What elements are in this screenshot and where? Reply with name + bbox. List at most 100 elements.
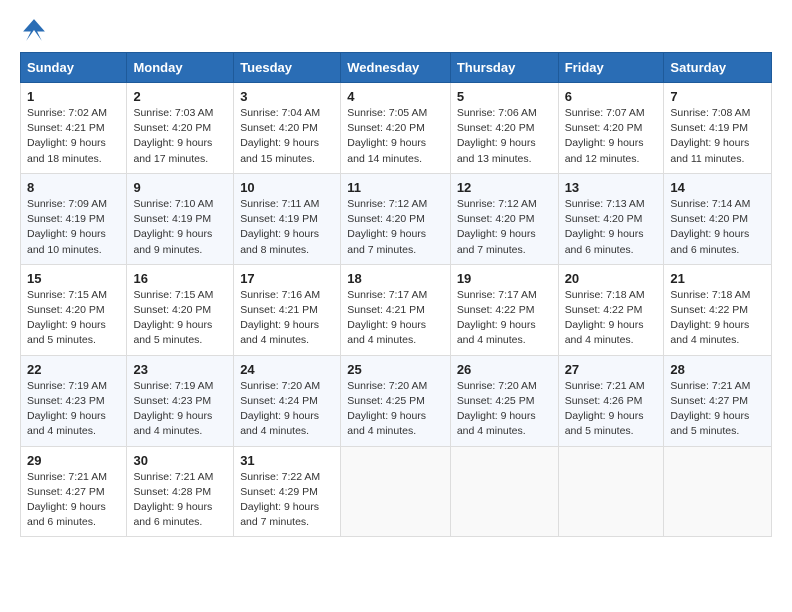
calendar-cell: 8 Sunrise: 7:09 AMSunset: 4:19 PMDayligh…: [21, 173, 127, 264]
day-number: 19: [457, 271, 552, 286]
day-number: 4: [347, 89, 444, 104]
calendar-cell: 9 Sunrise: 7:10 AMSunset: 4:19 PMDayligh…: [127, 173, 234, 264]
day-number: 21: [670, 271, 765, 286]
calendar-cell: 11 Sunrise: 7:12 AMSunset: 4:20 PMDaylig…: [341, 173, 451, 264]
calendar-cell: 31 Sunrise: 7:22 AMSunset: 4:29 PMDaylig…: [234, 446, 341, 537]
calendar-cell: [664, 446, 772, 537]
day-number: 17: [240, 271, 334, 286]
day-number: 15: [27, 271, 120, 286]
day-number: 9: [133, 180, 227, 195]
header-tuesday: Tuesday: [234, 53, 341, 83]
day-number: 10: [240, 180, 334, 195]
day-info: Sunrise: 7:13 AMSunset: 4:20 PMDaylight:…: [565, 198, 645, 256]
day-number: 20: [565, 271, 658, 286]
calendar-cell: 19 Sunrise: 7:17 AMSunset: 4:22 PMDaylig…: [450, 264, 558, 355]
calendar-header: SundayMondayTuesdayWednesdayThursdayFrid…: [21, 53, 772, 83]
calendar-cell: 20 Sunrise: 7:18 AMSunset: 4:22 PMDaylig…: [558, 264, 664, 355]
calendar-cell: 3 Sunrise: 7:04 AMSunset: 4:20 PMDayligh…: [234, 83, 341, 174]
day-info: Sunrise: 7:05 AMSunset: 4:20 PMDaylight:…: [347, 107, 427, 165]
week-row-5: 29 Sunrise: 7:21 AMSunset: 4:27 PMDaylig…: [21, 446, 772, 537]
day-number: 1: [27, 89, 120, 104]
day-info: Sunrise: 7:19 AMSunset: 4:23 PMDaylight:…: [27, 380, 107, 438]
day-info: Sunrise: 7:18 AMSunset: 4:22 PMDaylight:…: [670, 289, 750, 347]
day-number: 11: [347, 180, 444, 195]
day-info: Sunrise: 7:20 AMSunset: 4:25 PMDaylight:…: [347, 380, 427, 438]
calendar-cell: 4 Sunrise: 7:05 AMSunset: 4:20 PMDayligh…: [341, 83, 451, 174]
week-row-3: 15 Sunrise: 7:15 AMSunset: 4:20 PMDaylig…: [21, 264, 772, 355]
day-info: Sunrise: 7:14 AMSunset: 4:20 PMDaylight:…: [670, 198, 750, 256]
day-info: Sunrise: 7:21 AMSunset: 4:28 PMDaylight:…: [133, 471, 213, 529]
day-info: Sunrise: 7:15 AMSunset: 4:20 PMDaylight:…: [133, 289, 213, 347]
day-number: 3: [240, 89, 334, 104]
day-info: Sunrise: 7:09 AMSunset: 4:19 PMDaylight:…: [27, 198, 107, 256]
calendar-cell: 10 Sunrise: 7:11 AMSunset: 4:19 PMDaylig…: [234, 173, 341, 264]
day-number: 8: [27, 180, 120, 195]
header-wednesday: Wednesday: [341, 53, 451, 83]
day-info: Sunrise: 7:20 AMSunset: 4:25 PMDaylight:…: [457, 380, 537, 438]
day-number: 2: [133, 89, 227, 104]
calendar-cell: [558, 446, 664, 537]
day-info: Sunrise: 7:18 AMSunset: 4:22 PMDaylight:…: [565, 289, 645, 347]
day-info: Sunrise: 7:03 AMSunset: 4:20 PMDaylight:…: [133, 107, 213, 165]
day-number: 12: [457, 180, 552, 195]
calendar-cell: 14 Sunrise: 7:14 AMSunset: 4:20 PMDaylig…: [664, 173, 772, 264]
calendar-cell: 30 Sunrise: 7:21 AMSunset: 4:28 PMDaylig…: [127, 446, 234, 537]
day-number: 24: [240, 362, 334, 377]
calendar-cell: 7 Sunrise: 7:08 AMSunset: 4:19 PMDayligh…: [664, 83, 772, 174]
calendar-body: 1 Sunrise: 7:02 AMSunset: 4:21 PMDayligh…: [21, 83, 772, 537]
calendar-cell: 26 Sunrise: 7:20 AMSunset: 4:25 PMDaylig…: [450, 355, 558, 446]
calendar-cell: 29 Sunrise: 7:21 AMSunset: 4:27 PMDaylig…: [21, 446, 127, 537]
logo: [20, 16, 52, 44]
day-number: 26: [457, 362, 552, 377]
page-header: [20, 16, 772, 44]
day-number: 31: [240, 453, 334, 468]
day-info: Sunrise: 7:19 AMSunset: 4:23 PMDaylight:…: [133, 380, 213, 438]
day-info: Sunrise: 7:22 AMSunset: 4:29 PMDaylight:…: [240, 471, 320, 529]
day-info: Sunrise: 7:12 AMSunset: 4:20 PMDaylight:…: [457, 198, 537, 256]
day-number: 28: [670, 362, 765, 377]
calendar-cell: 24 Sunrise: 7:20 AMSunset: 4:24 PMDaylig…: [234, 355, 341, 446]
day-info: Sunrise: 7:02 AMSunset: 4:21 PMDaylight:…: [27, 107, 107, 165]
calendar-cell: 13 Sunrise: 7:13 AMSunset: 4:20 PMDaylig…: [558, 173, 664, 264]
day-info: Sunrise: 7:07 AMSunset: 4:20 PMDaylight:…: [565, 107, 645, 165]
day-number: 23: [133, 362, 227, 377]
day-info: Sunrise: 7:12 AMSunset: 4:20 PMDaylight:…: [347, 198, 427, 256]
calendar-cell: 12 Sunrise: 7:12 AMSunset: 4:20 PMDaylig…: [450, 173, 558, 264]
header-thursday: Thursday: [450, 53, 558, 83]
day-info: Sunrise: 7:04 AMSunset: 4:20 PMDaylight:…: [240, 107, 320, 165]
day-info: Sunrise: 7:16 AMSunset: 4:21 PMDaylight:…: [240, 289, 320, 347]
calendar-cell: 15 Sunrise: 7:15 AMSunset: 4:20 PMDaylig…: [21, 264, 127, 355]
day-number: 30: [133, 453, 227, 468]
header-friday: Friday: [558, 53, 664, 83]
calendar-table: SundayMondayTuesdayWednesdayThursdayFrid…: [20, 52, 772, 537]
calendar-cell: 21 Sunrise: 7:18 AMSunset: 4:22 PMDaylig…: [664, 264, 772, 355]
week-row-2: 8 Sunrise: 7:09 AMSunset: 4:19 PMDayligh…: [21, 173, 772, 264]
week-row-1: 1 Sunrise: 7:02 AMSunset: 4:21 PMDayligh…: [21, 83, 772, 174]
day-info: Sunrise: 7:21 AMSunset: 4:27 PMDaylight:…: [670, 380, 750, 438]
calendar-cell: 17 Sunrise: 7:16 AMSunset: 4:21 PMDaylig…: [234, 264, 341, 355]
day-info: Sunrise: 7:11 AMSunset: 4:19 PMDaylight:…: [240, 198, 319, 256]
day-info: Sunrise: 7:10 AMSunset: 4:19 PMDaylight:…: [133, 198, 213, 256]
day-number: 5: [457, 89, 552, 104]
day-info: Sunrise: 7:17 AMSunset: 4:21 PMDaylight:…: [347, 289, 427, 347]
calendar-cell: 18 Sunrise: 7:17 AMSunset: 4:21 PMDaylig…: [341, 264, 451, 355]
day-number: 7: [670, 89, 765, 104]
calendar-cell: 25 Sunrise: 7:20 AMSunset: 4:25 PMDaylig…: [341, 355, 451, 446]
calendar-cell: 28 Sunrise: 7:21 AMSunset: 4:27 PMDaylig…: [664, 355, 772, 446]
header-row: SundayMondayTuesdayWednesdayThursdayFrid…: [21, 53, 772, 83]
day-info: Sunrise: 7:08 AMSunset: 4:19 PMDaylight:…: [670, 107, 750, 165]
header-monday: Monday: [127, 53, 234, 83]
day-info: Sunrise: 7:17 AMSunset: 4:22 PMDaylight:…: [457, 289, 537, 347]
day-info: Sunrise: 7:21 AMSunset: 4:26 PMDaylight:…: [565, 380, 645, 438]
calendar-cell: 6 Sunrise: 7:07 AMSunset: 4:20 PMDayligh…: [558, 83, 664, 174]
day-number: 16: [133, 271, 227, 286]
header-sunday: Sunday: [21, 53, 127, 83]
day-info: Sunrise: 7:15 AMSunset: 4:20 PMDaylight:…: [27, 289, 107, 347]
calendar-cell: 23 Sunrise: 7:19 AMSunset: 4:23 PMDaylig…: [127, 355, 234, 446]
day-number: 29: [27, 453, 120, 468]
calendar-cell: 1 Sunrise: 7:02 AMSunset: 4:21 PMDayligh…: [21, 83, 127, 174]
day-number: 14: [670, 180, 765, 195]
day-number: 22: [27, 362, 120, 377]
calendar-cell: [450, 446, 558, 537]
day-number: 27: [565, 362, 658, 377]
